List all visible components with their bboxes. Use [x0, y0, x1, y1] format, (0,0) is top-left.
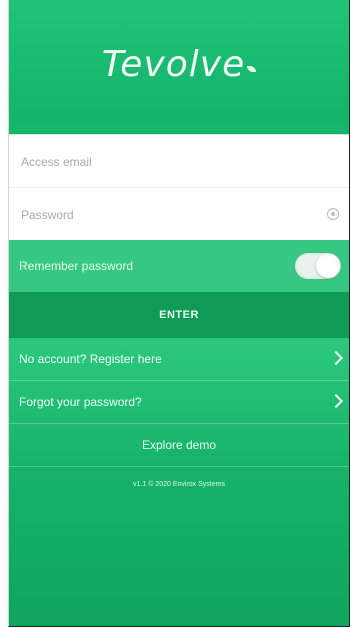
email-field[interactable] — [19, 135, 313, 189]
header: Tevolve — [9, 0, 349, 134]
remember-password-label: Remember password — [19, 259, 134, 273]
enter-button[interactable]: ENTER — [9, 292, 349, 338]
remember-password-toggle[interactable] — [295, 253, 341, 279]
version-text: v1.1 © 2020 Envirox Systems — [133, 481, 225, 488]
forgot-password-link[interactable]: Forgot your password? — [9, 381, 349, 424]
eye-icon[interactable] — [327, 208, 339, 220]
password-row — [9, 188, 349, 242]
forgot-password-label: Forgot your password? — [19, 395, 142, 409]
login-screen: Tevolve Remember password ENTER No accou… — [8, 0, 350, 627]
remember-password-row: Remember password — [9, 240, 349, 292]
leaf-icon — [247, 66, 257, 72]
password-field[interactable] — [19, 188, 313, 242]
explore-demo-link[interactable]: Explore demo — [9, 424, 349, 467]
login-form — [9, 134, 349, 242]
chevron-right-icon — [328, 350, 344, 366]
toggle-knob — [316, 254, 340, 278]
register-link[interactable]: No account? Register here — [9, 338, 349, 381]
email-row — [9, 135, 349, 189]
register-link-label: No account? Register here — [19, 352, 162, 366]
app-logo: Tevolve — [9, 44, 349, 85]
chevron-right-icon — [328, 393, 344, 409]
app-logo-text: Tevolve — [101, 44, 246, 85]
